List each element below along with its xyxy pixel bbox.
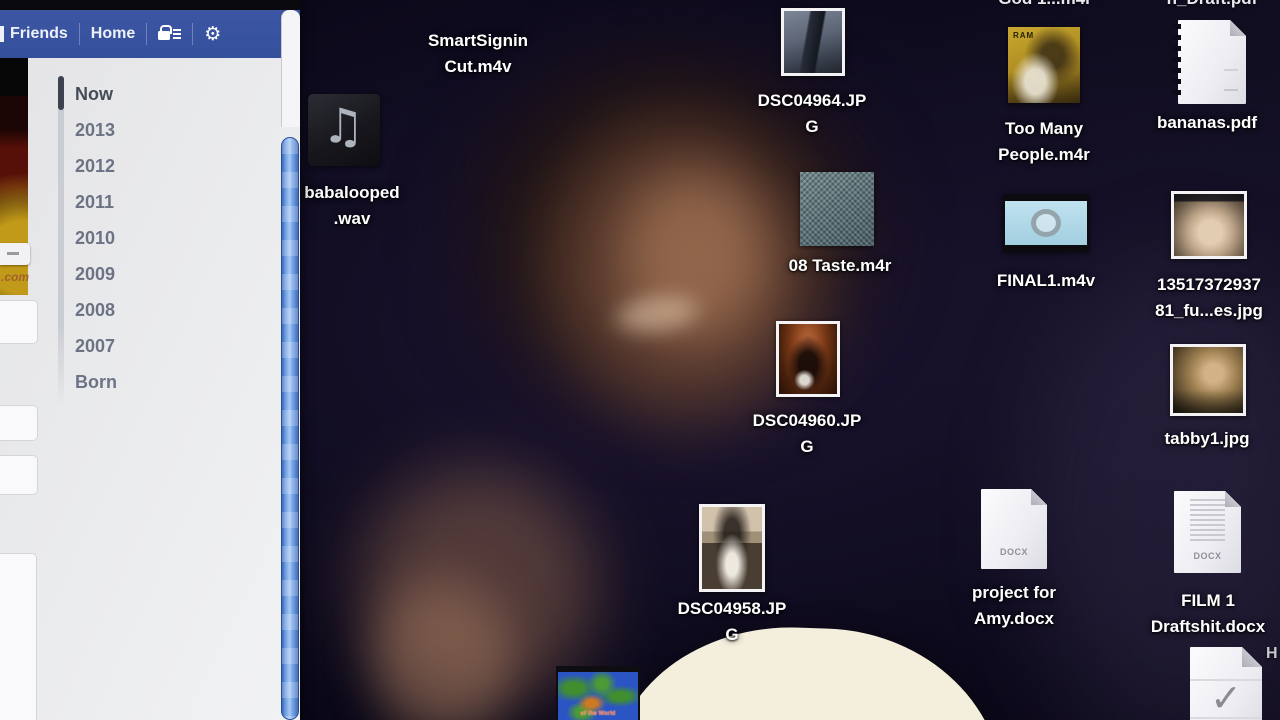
clipped-right-edge-label[interactable]: H [1266, 645, 1278, 663]
nav-home[interactable]: Home [91, 25, 135, 43]
dsc04960-jpg-label: DSC04960.JPG [753, 408, 862, 460]
feed-card [0, 300, 38, 344]
lock-icon [158, 31, 170, 40]
too-many-people-m4r-label: Too ManyPeople.m4r [998, 116, 1090, 168]
feed-card [0, 455, 38, 495]
world-map-video-icon-text: of the World [556, 711, 640, 717]
too-many-people-m4r-icon-text: RAM [1013, 31, 1034, 40]
nav-divider [79, 23, 80, 45]
dsc04958-jpg-label: DSC04958.JPG [678, 596, 787, 648]
settings-gear-icon[interactable]: ⚙ [204, 25, 221, 44]
film-1-draftshit-docx-label: FILM 1Draftshit.docx [1151, 588, 1265, 640]
bananas-pdf-label: bananas.pdf [1157, 110, 1257, 136]
timeline-year-2008[interactable]: 2008 [75, 292, 117, 328]
feed-card [0, 553, 37, 720]
scrollbar-track[interactable] [281, 10, 300, 127]
nav-divider [192, 23, 193, 45]
page-fold-corner-icon [1225, 491, 1241, 507]
timeline-year-2013[interactable]: 2013 [75, 112, 117, 148]
smartsignin-cut-m4v-label: SmartSigninCut.m4v [428, 28, 528, 80]
babalooped-wav-thumbnail [308, 94, 380, 166]
clipped-nav-icon [0, 26, 4, 42]
scrollbar-thumb[interactable] [281, 137, 299, 720]
facebook-nav-bar: Friends Home ⚙ [0, 10, 300, 58]
timeline-year-born[interactable]: Born [75, 364, 117, 400]
too-many-people-m4r-thumbnail: RAM [1008, 27, 1080, 103]
timeline-year-2011[interactable]: 2011 [75, 184, 117, 220]
page-fold-corner-icon [1242, 647, 1262, 667]
timeline-year-now[interactable]: Now [75, 76, 117, 112]
privacy-shortcuts-lock-icon[interactable] [158, 29, 181, 40]
08-taste-m4r-label: 08 Taste.m4r [789, 253, 892, 279]
timeline-years: Now2013201220112010200920082007Born [75, 76, 117, 400]
clipped-icon-label-n-draft-pdf[interactable]: n_Draft.pdf [1167, 0, 1258, 9]
babalooped-wav-label: babalooped.wav [304, 180, 399, 232]
dsc04964-jpg-thumbnail [781, 8, 845, 76]
facebook-page: .com Now2013201220112010200920082007Born [0, 58, 300, 720]
window-top-strip [0, 0, 300, 10]
1351737293781-fu-es-jpg-label: 1351737293781_fu...es.jpg [1155, 272, 1263, 324]
project-for-amy-docx-thumbnail: DOCX [981, 489, 1047, 569]
world-map-video-thumbnail: of the World [556, 666, 640, 720]
page-fold-corner-icon [1031, 489, 1047, 505]
project-for-amy-docx-label: project forAmy.docx [972, 580, 1056, 632]
final1-m4v-thumbnail [1003, 194, 1089, 252]
nav-divider [146, 23, 147, 45]
film-1-draftshit-docx-thumbnail: DOCX [1174, 491, 1241, 573]
facebook-window: Friends Home ⚙ .com Now20132012201120102… [0, 0, 300, 720]
bananas-pdf-thumbnail [1170, 20, 1246, 104]
timeline-track [58, 76, 64, 406]
tabby1-jpg-label: tabby1.jpg [1164, 426, 1249, 452]
checked-doc-thumbnail [1190, 647, 1262, 720]
timeline-year-2012[interactable]: 2012 [75, 148, 117, 184]
page-fold-corner-icon [1230, 20, 1246, 36]
final1-m4v-label: FINAL1.m4v [997, 268, 1095, 294]
photo-overlay-button[interactable] [0, 243, 30, 265]
timeline-year-2009[interactable]: 2009 [75, 256, 117, 292]
1351737293781-fu-es-jpg-thumbnail [1171, 191, 1247, 259]
feed-card [0, 405, 38, 441]
08-taste-m4r-thumbnail [800, 172, 874, 246]
clipped-icon-label-god-m4r[interactable]: God 1...m4r [998, 0, 1092, 9]
profile-photo-strip: .com [0, 58, 28, 295]
nav-friends[interactable]: Friends [10, 25, 68, 43]
dsc04960-jpg-thumbnail [776, 321, 840, 397]
screen: SmartSigninCut.m4v DSC04964.JPG RAM Too Man… [0, 0, 1280, 720]
list-lines-icon [173, 29, 181, 40]
timeline-active-marker [58, 76, 64, 110]
dsc04964-jpg-label: DSC04964.JPG [758, 88, 867, 140]
watermark-text: .com [0, 270, 30, 284]
film-1-draftshit-docx-icon-text: DOCX [1174, 551, 1241, 561]
timeline-year-2007[interactable]: 2007 [75, 328, 117, 364]
tabby1-jpg-thumbnail [1170, 344, 1246, 416]
timeline-year-2010[interactable]: 2010 [75, 220, 117, 256]
project-for-amy-docx-icon-text: DOCX [981, 547, 1047, 557]
dsc04958-jpg-thumbnail [699, 504, 765, 592]
